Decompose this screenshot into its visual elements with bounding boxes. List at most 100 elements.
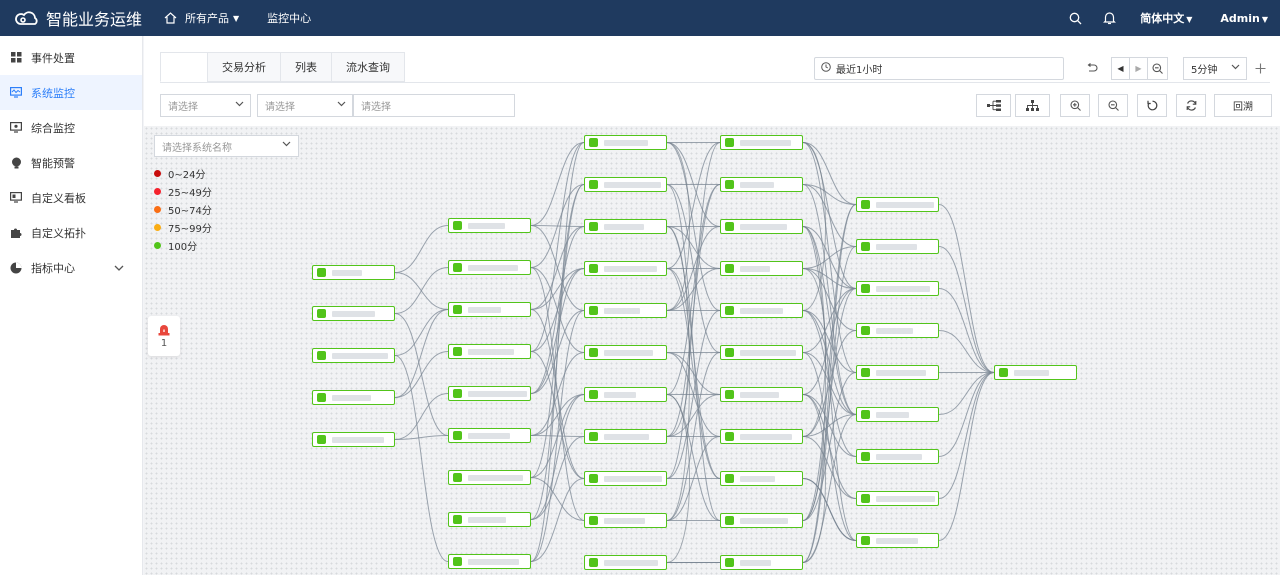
prev-step-button[interactable]: ◀ bbox=[1111, 57, 1130, 80]
topology-node[interactable] bbox=[312, 306, 395, 321]
topology-node[interactable] bbox=[584, 471, 667, 486]
topology-node[interactable] bbox=[856, 407, 939, 422]
zoom-out-icon bbox=[1107, 100, 1119, 111]
topology-node[interactable] bbox=[312, 432, 395, 447]
topology-node[interactable] bbox=[448, 554, 531, 569]
topology-node[interactable] bbox=[448, 260, 531, 275]
app-node-icon bbox=[861, 368, 870, 377]
app-node-icon bbox=[589, 180, 598, 189]
next-step-button[interactable]: ▶ bbox=[1129, 57, 1148, 80]
add-icon[interactable] bbox=[1253, 57, 1267, 80]
zoom-time-button[interactable] bbox=[1147, 57, 1168, 80]
filter-input[interactable]: 请选择 bbox=[353, 94, 515, 117]
topology-node[interactable] bbox=[584, 177, 667, 192]
nav-monitor-center[interactable]: 监控中心 bbox=[253, 0, 325, 36]
topology-node[interactable] bbox=[584, 555, 667, 570]
topology-node[interactable] bbox=[720, 345, 803, 360]
reset-button[interactable] bbox=[1137, 94, 1167, 117]
topology-node[interactable] bbox=[448, 218, 531, 233]
interval-select[interactable]: 5分钟 bbox=[1183, 57, 1247, 80]
topology-node[interactable] bbox=[448, 512, 531, 527]
topology-node[interactable] bbox=[584, 261, 667, 276]
sidebar-item-custom-board[interactable]: 自定义看板 bbox=[0, 180, 142, 215]
topology-node[interactable] bbox=[448, 302, 531, 317]
topology-node[interactable] bbox=[856, 239, 939, 254]
home-icon bbox=[164, 12, 177, 24]
search-icon[interactable] bbox=[1058, 0, 1092, 36]
refresh-button[interactable] bbox=[1176, 94, 1206, 117]
node-label-redacted bbox=[740, 307, 783, 314]
app-logo[interactable]: 智能业务运维 bbox=[0, 6, 150, 30]
topology-node[interactable] bbox=[720, 261, 803, 276]
tab-list[interactable]: 列表 bbox=[280, 52, 332, 82]
topology-node[interactable] bbox=[720, 555, 803, 570]
topology-edge bbox=[802, 204, 857, 521]
sidebar-item-custom-topology[interactable]: 自定义拓扑 bbox=[0, 215, 142, 250]
topology-node[interactable] bbox=[584, 513, 667, 528]
tab-topology[interactable] bbox=[160, 52, 208, 82]
topology-edge bbox=[394, 355, 449, 562]
backtrack-button[interactable]: 回溯 bbox=[1214, 94, 1272, 117]
tab-flow-query[interactable]: 流水查询 bbox=[331, 52, 405, 82]
topology-node[interactable] bbox=[856, 323, 939, 338]
topology-node[interactable] bbox=[720, 177, 803, 192]
topology-node[interactable] bbox=[856, 281, 939, 296]
sidebar-item-event[interactable]: 事件处置 bbox=[0, 40, 142, 75]
sidebar-item-system-monitor[interactable]: 系统监控 bbox=[0, 75, 142, 110]
alarm-badge[interactable]: 1 bbox=[148, 316, 180, 356]
topology-node[interactable] bbox=[856, 365, 939, 380]
layout-tree-button[interactable] bbox=[976, 94, 1011, 117]
topology-node[interactable] bbox=[720, 513, 803, 528]
system-name-select[interactable]: 请选择系统名称 bbox=[154, 135, 299, 157]
layout-hierarchy-button[interactable] bbox=[1015, 94, 1050, 117]
tab-transaction-analysis[interactable]: 交易分析 bbox=[207, 52, 281, 82]
sidebar-item-comprehensive[interactable]: 综合监控 bbox=[0, 110, 142, 145]
topology-node[interactable] bbox=[312, 348, 395, 363]
language-switch[interactable]: 简体中文 ▼ bbox=[1126, 10, 1206, 26]
topology-node[interactable] bbox=[720, 387, 803, 402]
zoom-out-button[interactable] bbox=[1098, 94, 1128, 117]
topology-node[interactable] bbox=[856, 533, 939, 548]
topology-node[interactable] bbox=[856, 449, 939, 464]
user-menu[interactable]: Admin ▼ bbox=[1206, 12, 1280, 25]
sidebar-item-warning[interactable]: 智能预警 bbox=[0, 145, 142, 180]
topology-node[interactable] bbox=[584, 219, 667, 234]
nav-all-products[interactable]: 所有产品 ▼ bbox=[150, 0, 253, 36]
topology-node[interactable] bbox=[720, 219, 803, 234]
topology-node[interactable] bbox=[720, 303, 803, 318]
node-label-redacted bbox=[468, 474, 523, 481]
topology-edge bbox=[802, 372, 857, 521]
filter-select-1[interactable]: 请选择 bbox=[160, 94, 251, 117]
topology-node[interactable] bbox=[720, 135, 803, 150]
topology-node[interactable] bbox=[720, 429, 803, 444]
app-node-icon bbox=[589, 348, 598, 357]
topology-node[interactable] bbox=[584, 387, 667, 402]
time-range-picker[interactable]: 最近1小时 bbox=[814, 57, 1064, 80]
topology-node[interactable] bbox=[448, 344, 531, 359]
topology-node[interactable] bbox=[856, 491, 939, 506]
topology-node[interactable] bbox=[584, 135, 667, 150]
chevron-down-icon bbox=[282, 139, 291, 150]
app-node-icon bbox=[317, 268, 326, 277]
topology-node[interactable] bbox=[856, 197, 939, 212]
topology-edge bbox=[394, 351, 449, 398]
topology-node[interactable] bbox=[584, 303, 667, 318]
filter-select-2[interactable]: 请选择 bbox=[257, 94, 353, 117]
topology-node[interactable] bbox=[448, 470, 531, 485]
topology-node[interactable] bbox=[994, 365, 1077, 380]
undo-icon[interactable] bbox=[1080, 57, 1104, 80]
zoom-in-button[interactable] bbox=[1060, 94, 1090, 117]
topology-node[interactable] bbox=[584, 345, 667, 360]
node-label-redacted bbox=[468, 306, 501, 313]
topology-node[interactable] bbox=[312, 390, 395, 405]
sidebar-item-metric-center[interactable]: 指标中心 bbox=[0, 250, 142, 285]
bell-icon[interactable] bbox=[1092, 0, 1126, 36]
topology-node[interactable] bbox=[720, 471, 803, 486]
topology-node[interactable] bbox=[448, 386, 531, 401]
app-node-icon bbox=[453, 221, 462, 230]
topology-node[interactable] bbox=[312, 265, 395, 280]
topology-node[interactable] bbox=[448, 428, 531, 443]
topology-node[interactable] bbox=[584, 429, 667, 444]
topology-canvas[interactable]: 请选择系统名称 0~24分 25~49分 50~74分 75~99分 100分 … bbox=[144, 126, 1280, 575]
node-label-redacted bbox=[604, 307, 640, 314]
